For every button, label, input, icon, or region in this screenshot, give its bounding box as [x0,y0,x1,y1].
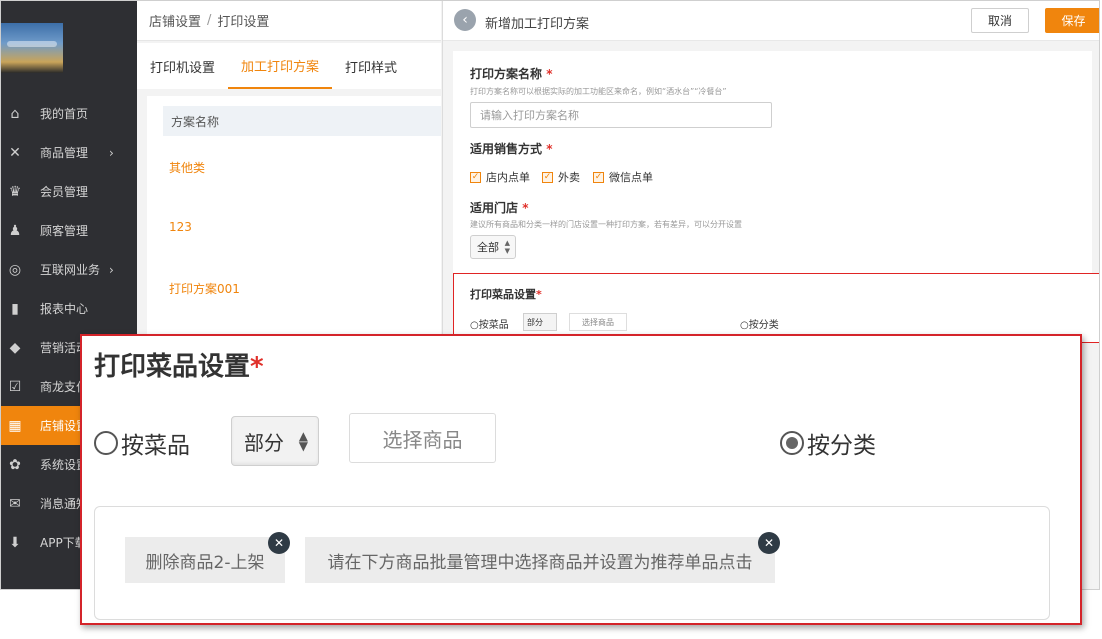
radio-by-category[interactable]: 按分类 [780,426,876,460]
store-icon: ▦ [8,417,22,434]
sidebar-item-customers[interactable]: ♟ 顾客管理 [1,211,137,250]
sidebar-item-internet[interactable]: ◎ 互联网业务 › [1,250,137,289]
plan-list-header: 方案名称 [163,106,441,136]
store-label: 适用门店 * [470,201,529,215]
remove-tag-button[interactable]: ✕ [758,532,780,554]
gear-icon: ✿ [9,456,21,473]
select-value: 部分 [244,430,284,455]
breadcrumb-parent[interactable]: 店铺设置 [149,11,201,30]
tag-icon: ◆ [9,339,21,356]
settings-tabs: 打印机设置 加工打印方案 打印样式 [137,43,441,89]
sidebar-item-reports[interactable]: ▮ 报表中心 [1,289,137,328]
bar-chart-icon: ▮ [11,300,19,317]
breadcrumb: 店铺设置 / 打印设置 [137,1,441,41]
select-caret-icon: ▲ ▼ [504,239,510,255]
sidebar-item-label: 报表中心 [40,302,89,316]
check-icon: ✓ [542,171,553,183]
plan-name-label: 打印方案名称 * [470,67,553,81]
list-item[interactable]: 打印方案001 [169,280,240,297]
selected-item-tag: 删除商品2-上架 [125,537,285,583]
select-products-button[interactable]: 选择商品 [569,313,627,331]
radio-label: 按分类 [807,433,876,459]
sidebar-item-label: 会员管理 [40,185,89,199]
print-items-zoom-callout: 打印菜品设置* 按菜品 部分 ▲ ▼ 选择商品 按分类 删除商品2-上架 ✕ 请在… [80,334,1082,625]
selected-item-tag: 请在下方商品批量管理中选择商品并设置为推荐单品点击 [305,537,775,583]
scope-select[interactable]: 部分 ▲ ▼ [231,416,319,466]
sale-method-label: 适用销售方式 * [470,142,553,156]
save-button[interactable]: 保存 [1045,8,1099,33]
tab-processing-print-plan[interactable]: 加工打印方案 [228,43,333,89]
tab-print-style[interactable]: 打印样式 [332,43,410,89]
print-items-title: 打印菜品设置* [470,288,542,301]
cancel-button[interactable]: 取消 [971,8,1029,33]
chevron-left-icon: ‹ [462,12,468,28]
sidebar-item-members[interactable]: ♛ 会员管理 [1,172,137,211]
person-icon: ♟ [8,222,22,239]
radio-label: 按菜品 [121,433,190,459]
selected-items-box: 删除商品2-上架 ✕ 请在下方商品批量管理中选择商品并设置为推荐单品点击 ✕ [94,506,1050,620]
radio-by-item[interactable]: 按菜品 [94,426,190,460]
radio-icon [94,431,118,455]
check-icon: ✓ [593,171,604,183]
panel-header: ‹ 新增加工打印方案 取消 保存 [443,1,1099,41]
store-logo-image [1,23,63,73]
store-hint: 建议所有商品和分类一样的门店设置一种打印方案，若有差异，可以分开设置 [470,220,742,229]
radio-by-category[interactable]: ○按分类 [740,316,779,331]
plan-form: 打印方案名称 * 打印方案名称可以根据实际的加工功能区来命名，例如“酒水台”“冷… [453,51,1092,276]
select-caret-icon: ▲ ▼ [298,429,308,453]
checkbox-takeout[interactable]: ✓ 外卖 [542,169,580,185]
radio-selected-icon [780,431,804,455]
select-products-button[interactable]: 选择商品 [349,413,496,463]
check-icon: ✓ [470,171,481,183]
remove-tag-button[interactable]: ✕ [268,532,290,554]
crown-icon: ♛ [8,183,22,200]
sidebar-item-home[interactable]: ⌂ 我的首页 [1,94,137,133]
breadcrumb-current: 打印设置 [217,15,270,30]
planet-icon: ◎ [8,261,22,278]
sidebar-item-label: 互联网业务 [40,263,101,277]
scope-select[interactable]: 部分 [523,313,557,331]
panel-title: 新增加工打印方案 [485,17,590,32]
checkbox-dine-in[interactable]: ✓ 店内点单 [470,169,530,185]
store-select[interactable]: 全部 ▲ ▼ [470,235,516,259]
close-icon: ✕ [273,536,285,550]
mail-icon: ✉ [9,495,21,512]
checkbox-wechat-order[interactable]: ✓ 微信点单 [593,169,653,185]
home-icon: ⌂ [10,105,20,122]
chevron-right-icon: › [109,262,114,277]
print-items-section: 打印菜品设置* ○按菜品 部分 选择商品 ○按分类 [453,273,1099,343]
back-button[interactable]: ‹ [454,9,476,31]
chevron-right-icon: › [109,145,114,160]
utensils-icon: ✕ [9,144,21,161]
sidebar-item-products[interactable]: ✕ 商品管理 › [1,133,137,172]
plan-name-hint: 打印方案名称可以根据实际的加工功能区来命名，例如“酒水台”“冷餐台” [470,87,727,96]
tab-printer-settings[interactable]: 打印机设置 [137,43,228,89]
sidebar-item-label: 顾客管理 [40,224,89,238]
calendar-check-icon: ☑ [8,378,22,395]
sidebar-item-label: 我的首页 [40,107,89,121]
radio-by-item[interactable]: ○按菜品 [470,316,509,331]
list-item[interactable]: 123 [169,220,192,234]
list-item[interactable]: 其他类 [169,159,205,176]
download-icon: ⬇ [9,534,21,551]
plan-name-input[interactable]: 请输入打印方案名称 [470,102,772,128]
sidebar-item-label: 商品管理 [40,146,89,160]
close-icon: ✕ [763,536,775,550]
print-items-title: 打印菜品设置* [94,352,264,382]
breadcrumb-separator: / [207,13,212,28]
